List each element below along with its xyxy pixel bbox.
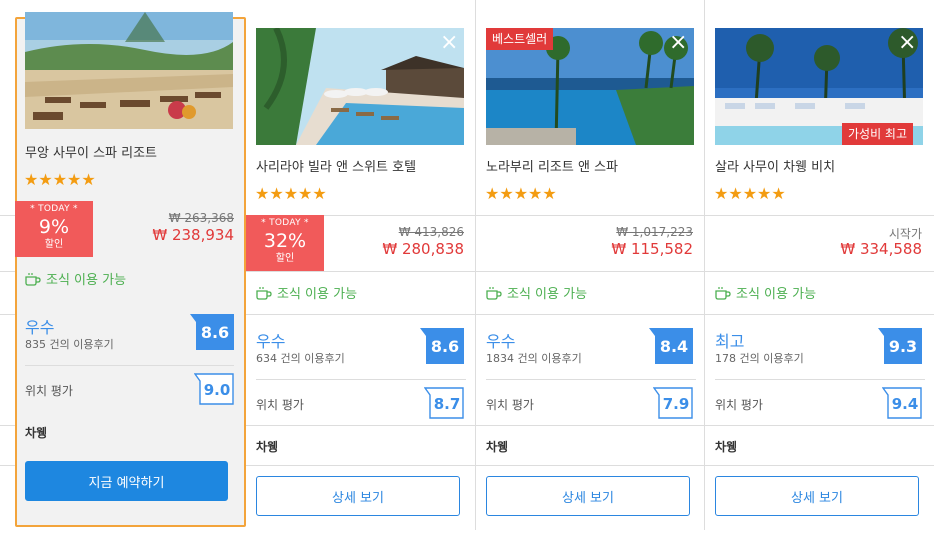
hotel-name[interactable]: 살라 사무이 차웽 비치 bbox=[715, 156, 835, 175]
area-name: 차웽 bbox=[25, 426, 48, 440]
review-score-badge: 8.6 bbox=[190, 314, 234, 350]
star-rating-icon: ★★★★★ bbox=[485, 184, 557, 203]
area-name: 차웽 bbox=[256, 440, 279, 454]
breakfast-available: 조식 이용 가능 bbox=[486, 283, 587, 302]
close-icon[interactable]: × bbox=[898, 32, 916, 54]
star-rating-icon: ★★★★★ bbox=[24, 170, 96, 189]
rating-word: 우수 bbox=[25, 318, 55, 337]
location-label: 위치 평가 bbox=[715, 398, 763, 412]
cell-divider bbox=[486, 379, 696, 380]
discount-label: 할인 bbox=[275, 253, 295, 264]
book-now-button[interactable]: 지금 예약하기 bbox=[25, 461, 228, 501]
original-price: ₩ 413,826 bbox=[398, 225, 464, 239]
hotel-photo[interactable] bbox=[256, 28, 464, 145]
current-price: ₩ 238,934 bbox=[152, 226, 234, 244]
hotel-name[interactable]: 사리라야 빌라 앤 스위트 호텔 bbox=[256, 156, 416, 175]
best-value-badge: 가성비 최고 bbox=[841, 123, 913, 145]
location-score-badge: 7.9 bbox=[652, 387, 693, 419]
review-score-badge: 8.4 bbox=[649, 328, 693, 364]
location-score: 9.4 bbox=[892, 395, 919, 413]
location-score-badge: 8.7 bbox=[423, 387, 464, 419]
original-price: ₩ 1,017,223 bbox=[616, 225, 693, 239]
hotel-compare-table: 무앙 사무이 스파 리조트 ★★★★★ * TODAY * 9% 할인 ₩ 26… bbox=[0, 0, 940, 541]
hotel-card-4: 가성비 최고 × 살라 사무이 차웽 비치 ★★★★★ 시작가 ₩ 334,58… bbox=[704, 0, 934, 530]
beach-photo bbox=[25, 12, 233, 129]
review-score-badge: 9.3 bbox=[878, 328, 922, 364]
hotel-photo[interactable]: 가성비 최고 bbox=[715, 28, 923, 145]
original-price: ₩ 263,368 bbox=[168, 211, 234, 225]
coffee-cup-icon bbox=[486, 286, 502, 300]
review-score: 9.3 bbox=[889, 337, 917, 356]
rating-word: 우수 bbox=[486, 332, 516, 351]
review-count[interactable]: 1834 건의 이용후기 bbox=[486, 350, 582, 366]
review-count[interactable]: 178 건의 이용후기 bbox=[715, 350, 804, 366]
breakfast-available: 조식 이용 가능 bbox=[256, 283, 357, 302]
current-price: ₩ 280,838 bbox=[382, 240, 464, 258]
breakfast-label: 조식 이용 가능 bbox=[46, 273, 127, 288]
breakfast-label: 조식 이용 가능 bbox=[277, 287, 358, 302]
review-score: 8.6 bbox=[201, 323, 229, 342]
breakfast-available: 조식 이용 가능 bbox=[25, 269, 126, 288]
bestseller-badge: 베스트셀러 bbox=[486, 28, 554, 50]
location-label: 위치 평가 bbox=[486, 398, 534, 412]
star-rating-icon: ★★★★★ bbox=[714, 184, 786, 203]
area-name: 차웽 bbox=[486, 440, 509, 454]
coffee-cup-icon bbox=[715, 286, 731, 300]
review-score: 8.6 bbox=[431, 337, 459, 356]
rating-word: 최고 bbox=[715, 332, 745, 351]
cell-divider bbox=[715, 379, 925, 380]
review-score-badge: 8.6 bbox=[420, 328, 464, 364]
cell-divider bbox=[256, 379, 466, 380]
current-price: ₩ 334,588 bbox=[840, 240, 922, 258]
review-score: 8.4 bbox=[660, 337, 688, 356]
breakfast-label: 조식 이용 가능 bbox=[736, 287, 817, 302]
review-count[interactable]: 634 건의 이용후기 bbox=[256, 350, 345, 366]
cell-divider bbox=[25, 365, 234, 366]
view-details-button[interactable]: 상세 보기 bbox=[256, 476, 460, 516]
location-label: 위치 평가 bbox=[25, 384, 73, 398]
breakfast-available: 조식 이용 가능 bbox=[715, 283, 816, 302]
breakfast-label: 조식 이용 가능 bbox=[507, 287, 588, 302]
today-label: * TODAY * bbox=[30, 204, 78, 214]
location-score: 7.9 bbox=[663, 395, 690, 413]
hotel-name[interactable]: 노라부리 리조트 앤 스파 bbox=[486, 156, 618, 175]
today-deal-badge: * TODAY * 32% 할인 bbox=[246, 215, 324, 271]
current-price: ₩ 115,582 bbox=[611, 240, 693, 258]
coffee-cup-icon bbox=[25, 272, 41, 286]
today-deal-badge: * TODAY * 9% 할인 bbox=[15, 201, 93, 257]
close-icon[interactable]: × bbox=[440, 32, 458, 54]
today-label: * TODAY * bbox=[261, 218, 309, 228]
area-name: 차웽 bbox=[715, 440, 738, 454]
location-score-badge: 9.0 bbox=[193, 373, 234, 405]
pool-photo bbox=[256, 28, 464, 145]
location-score-badge: 9.4 bbox=[881, 387, 922, 419]
review-count[interactable]: 835 건의 이용후기 bbox=[25, 336, 114, 352]
rating-word: 우수 bbox=[256, 332, 286, 351]
coffee-cup-icon bbox=[256, 286, 272, 300]
discount-label: 할인 bbox=[44, 239, 64, 250]
view-details-button[interactable]: 상세 보기 bbox=[486, 476, 690, 516]
discount-percent: 9% bbox=[38, 216, 70, 238]
location-label: 위치 평가 bbox=[256, 398, 304, 412]
hotel-card-2: × 사리라야 빌라 앤 스위트 호텔 ★★★★★ * TODAY * 32% 할… bbox=[246, 0, 476, 530]
location-score: 9.0 bbox=[204, 381, 231, 399]
hotel-photo[interactable] bbox=[25, 12, 233, 129]
location-score: 8.7 bbox=[434, 395, 461, 413]
star-rating-icon: ★★★★★ bbox=[255, 184, 327, 203]
hotel-card-3: 베스트셀러 × 노라부리 리조트 앤 스파 ★★★★★ ₩ 1,017,223 … bbox=[475, 0, 705, 530]
hotel-card-1: 무앙 사무이 스파 리조트 ★★★★★ * TODAY * 9% 할인 ₩ 26… bbox=[15, 12, 246, 527]
discount-percent: 32% bbox=[263, 230, 307, 252]
close-icon[interactable]: × bbox=[669, 32, 687, 54]
hotel-name[interactable]: 무앙 사무이 스파 리조트 bbox=[25, 142, 157, 161]
view-details-button[interactable]: 상세 보기 bbox=[715, 476, 919, 516]
